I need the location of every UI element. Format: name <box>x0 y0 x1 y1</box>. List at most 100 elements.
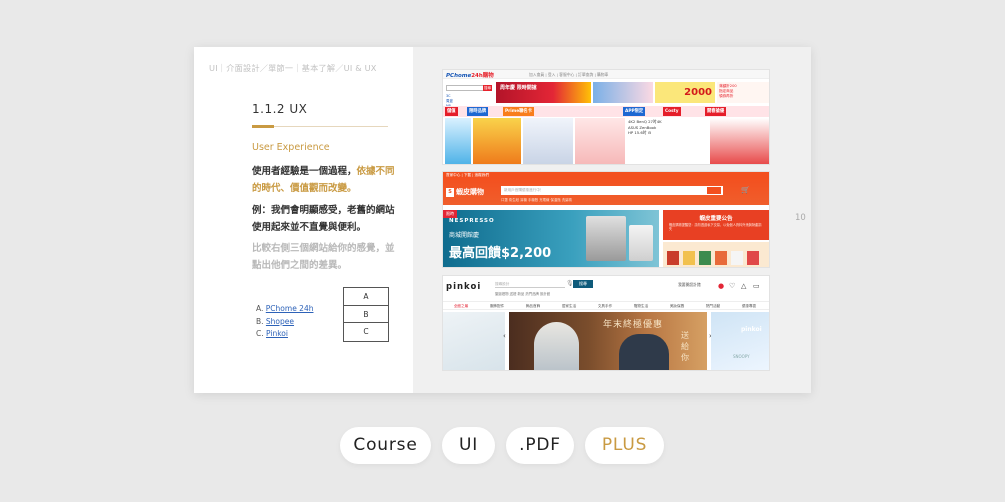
shopee-ad-line1: 商城開館慶 <box>449 232 480 239</box>
shopee-cart-icon: 🛒 <box>741 186 750 194</box>
product-thumb <box>699 251 711 265</box>
pinkoi-nav-item: 優惠專區 <box>741 304 757 308</box>
list-item: C. Pinkoi <box>256 328 313 341</box>
pchome-toplinks: 加入會員 | 登入 | 客服中心 | 訂單查詢 | 購物車 <box>529 72 609 77</box>
abc-label-table: A B C <box>343 287 389 342</box>
pinkoi-nav-item: 服飾配件 <box>489 304 505 308</box>
shopee-search-input: 新用戶首購優惠進行中！ <box>501 186 723 195</box>
pinkoi-open-shop: 我要開設計館 <box>678 282 701 287</box>
pinkoi-hero-banner: 年末終極優惠 送給你 <box>509 312 707 370</box>
pinkoi-nav-item: 飾品首飾 <box>525 304 541 308</box>
pill-course[interactable]: Course <box>340 427 431 464</box>
shopee-search-button <box>707 187 721 194</box>
chevron-left-icon: ‹ <box>503 332 506 340</box>
paragraph-task: 比較右側三個網站給你的感覺，並點出他們之間的差異。 <box>252 243 395 271</box>
pchome-product-image <box>710 118 769 164</box>
pchome-logo-a: PChome <box>446 73 472 79</box>
breadcrumb: UI｜介面設計／單節一｜基本了解／UI & UX <box>209 63 377 73</box>
pchome-logo-b: 24h購物 <box>471 73 494 79</box>
pill-ui[interactable]: UI <box>442 427 495 464</box>
pchome-search-button: 搜尋 <box>483 85 492 91</box>
pchome-product-image <box>575 118 625 164</box>
pchome-deal: HP 15.6吋 i5 <box>628 130 652 135</box>
shopee-screenshot: 賣家中心 | 下載 | 追蹤我們 S 蝦皮購物 新用戶首購優惠進行中！ 🛒 口罩 … <box>442 171 770 268</box>
shopee-promo-products <box>663 242 769 267</box>
shopee-notice-title: 蝦皮重要公告 <box>699 216 733 222</box>
abc-cell-c: C <box>363 327 369 336</box>
pinkoi-nav-item: 美妝保養 <box>669 304 685 308</box>
pinkoi-nav-item: 寵物生活 <box>633 304 649 308</box>
pinkoi-category-nav: 全館之最 服飾配件 飾品首飾 居家生活 文具手作 寵物生活 美妝保養 熱門活動 優惠專區 <box>443 301 769 310</box>
shopee-logo: S 蝦皮購物 <box>446 187 484 197</box>
section-subtitle: User Experience <box>252 142 330 153</box>
shopee-nespresso-banner: 限時 NESPRESSO 商城開館慶 最高回饋$2,200 <box>443 210 659 267</box>
pill-pdf[interactable]: .PDF <box>506 427 574 464</box>
pchome-banner-side-line: 領券再折 <box>719 94 734 98</box>
product-thumb <box>715 251 727 265</box>
coffee-machine-image <box>629 225 653 261</box>
shopee-bag-icon: S <box>446 187 454 197</box>
pinkoi-sub-links: 聖誕禮物 送禮 新品 熱門品牌 設計館 <box>495 292 551 296</box>
pinkoi-search-button: 搜尋 <box>573 280 593 288</box>
pchome-banner-beauty <box>593 82 653 103</box>
pinkoi-hero-side: 送給你 <box>681 331 689 362</box>
shopee-ad-brand: NESPRESSO <box>449 218 495 224</box>
pinkoi-snoopy-banner: pinkoi SNOOPY <box>711 312 769 370</box>
pinkoi-nav-item: 熱門活動 <box>705 304 721 308</box>
link-shopee[interactable]: Shopee <box>266 317 294 326</box>
pchome-product-image <box>523 118 573 164</box>
product-thumb <box>747 251 759 265</box>
title-underline-accent <box>252 125 274 128</box>
paragraph-definition-end: 。 <box>347 183 357 194</box>
cart-icon: ▭ <box>753 282 760 290</box>
pinkoi-nav-item: 居家生活 <box>561 304 577 308</box>
pinkoi-right-sub: SNOOPY <box>733 354 750 359</box>
paragraph-definition-a: 使用者經驗是一個過程， <box>252 166 357 177</box>
pchome-banner-2000: 2000 <box>655 82 715 103</box>
list-prefix: C. <box>256 329 267 338</box>
product-thumb <box>667 251 679 265</box>
gift-icon: ● <box>718 282 725 290</box>
pchome-product-image <box>445 118 471 164</box>
list-prefix: A. <box>256 304 266 313</box>
product-thumb <box>683 251 695 265</box>
list-item: A. PChome 24h <box>256 303 313 316</box>
product-thumb <box>731 251 743 265</box>
pinkoi-nav-item: 全館之最 <box>453 304 469 308</box>
pchome-tag: 儲值 <box>445 107 458 116</box>
pinkoi-search-input: 搜尋設計 <box>495 281 565 288</box>
pchome-logo: PChome24h購物 <box>446 71 494 79</box>
pchome-tag: APP限定 <box>623 107 646 116</box>
slide-left-panel: UI｜介面設計／單節一｜基本了解／UI & UX 1.1.2 UX User E… <box>194 47 413 393</box>
pinkoi-hero-title: 年末終極優惠 <box>603 320 664 330</box>
pchome-tag: Costy <box>663 107 681 116</box>
shopee-search-hints: 口罩 衛生紙 耳機 手機殼 充電線 保溫瓶 洗髮精 <box>501 198 572 202</box>
shopee-notice-sub: 蝦皮購物提醒您：請勿透過私下交易，以免個人資料外洩與財產損失 <box>669 223 762 232</box>
pchome-banner-main: 周年慶 限時開搶 <box>496 82 591 103</box>
coat-image <box>619 334 669 370</box>
shopee-ad-tag: 限時 <box>443 210 457 218</box>
bell-icon: △ <box>741 282 747 290</box>
pchome-product-image <box>473 118 521 164</box>
shopee-header: S 蝦皮購物 新用戶首購優惠進行中！ 🛒 口罩 衛生紙 耳機 手機殼 充電線 保溫… <box>443 178 769 205</box>
pinkoi-screenshot: pinkoi 搜尋設計 🎙 搜尋 聖誕禮物 送禮 新品 熱門品牌 設計館 我要開… <box>442 275 770 371</box>
pill-plus[interactable]: PLUS <box>585 427 664 464</box>
abc-cell-b: B <box>344 306 388 323</box>
shopee-logo-text: 蝦皮購物 <box>456 188 484 196</box>
slide-right-panel: PChome24h購物 加入會員 | 登入 | 客服中心 | 訂單查詢 | 購物… <box>413 47 811 393</box>
section-title: 1.1.2 UX <box>252 102 308 116</box>
paragraph-example: 例：我們會明顯感受，老舊的網站使用起來並不直覺與便利。 <box>252 205 395 233</box>
list-item: B. Shopee <box>256 316 313 329</box>
pinkoi-logo: pinkoi <box>446 282 482 292</box>
pchome-tag: Prime聯名卡 <box>503 107 535 116</box>
shopee-ad-line2: 最高回饋$2,200 <box>449 246 552 261</box>
pinkoi-right-brand: pinkoi <box>741 326 762 333</box>
pchome-screenshot: PChome24h購物 加入會員 | 登入 | 客服中心 | 訂單查詢 | 購物… <box>442 69 770 165</box>
link-pchome[interactable]: PChome 24h <box>266 304 314 313</box>
list-prefix: B. <box>256 316 266 326</box>
heart-icon: ♡ <box>729 282 736 290</box>
abc-cell-a: A <box>344 288 388 306</box>
pinkoi-side-image <box>443 312 505 370</box>
link-pinkoi[interactable]: Pinkoi <box>266 329 288 338</box>
pchome-deal-list: 4K2 BenQ 27吋4K ASUS ZenBook HP 15.6吋 i5 <box>628 119 708 136</box>
